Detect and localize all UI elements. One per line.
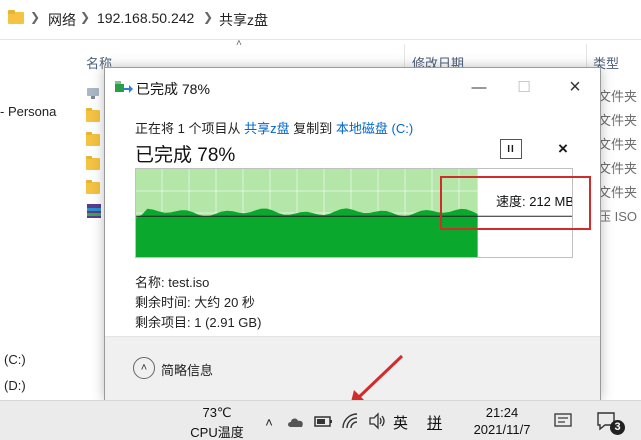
column-divider[interactable] xyxy=(404,44,405,68)
chevron-right-icon: ❯ xyxy=(203,10,214,24)
fewer-details-link[interactable]: 简略信息 xyxy=(161,360,213,379)
folder-icon xyxy=(86,180,100,194)
copy-description: 正在将 1 个项目从 共享z盘 复制到 本地磁盘 (C:) xyxy=(135,118,413,137)
speed-highlight-box xyxy=(440,176,591,230)
sort-up-icon: ˄ xyxy=(236,38,242,49)
cancel-button[interactable]: × xyxy=(553,138,573,160)
clock-time[interactable]: 21:24 xyxy=(484,405,520,420)
items-remaining: 剩余项目: 1 (2.91 GB) xyxy=(135,315,262,330)
chevron-up-icon[interactable]: ˄ xyxy=(133,357,155,379)
dialog-title: 已完成 78% xyxy=(136,81,210,97)
destination-link[interactable]: 本地磁盘 (C:) xyxy=(336,121,413,136)
archive-icon xyxy=(87,204,101,218)
wifi-icon[interactable] xyxy=(341,412,359,430)
type-cell: 压 ISO xyxy=(598,209,638,224)
copy-progress-icon xyxy=(115,81,133,93)
type-cell: 文件夹 xyxy=(598,89,638,104)
ime-mode-indicator[interactable]: 拼 xyxy=(427,412,442,433)
input-language-indicator[interactable]: 英 xyxy=(393,412,408,433)
sidebar-item-drive-c[interactable]: (C:) xyxy=(4,352,26,367)
maximize-button[interactable]: ☐ xyxy=(504,74,544,100)
folder-icon xyxy=(86,132,100,146)
copy-prefix: 正在将 1 个项目从 xyxy=(135,121,241,136)
notification-count-badge: 3 xyxy=(610,420,625,435)
network-drive-icon xyxy=(87,88,99,99)
folder-icon xyxy=(8,10,24,24)
copy-middle: 复制到 xyxy=(293,121,333,136)
breadcrumb-host[interactable]: 192.168.50.242 xyxy=(97,10,194,26)
column-divider[interactable] xyxy=(586,44,587,68)
battery-icon[interactable] xyxy=(314,413,334,429)
cpu-temperature-label: CPU温度 xyxy=(190,425,244,440)
volume-icon[interactable] xyxy=(368,412,386,430)
chevron-right-icon: ❯ xyxy=(30,10,41,24)
chevron-right-icon: ❯ xyxy=(80,10,91,24)
address-bar[interactable]: ❯ 网络 ❯ 192.168.50.242 ❯ 共享z盘 xyxy=(0,0,641,40)
breadcrumb-share[interactable]: 共享z盘 xyxy=(219,10,268,30)
source-link[interactable]: 共享z盘 xyxy=(244,121,290,136)
folder-icon xyxy=(86,156,100,170)
file-name: 名称: test.iso xyxy=(135,275,210,290)
minimize-button[interactable]: — xyxy=(459,74,499,100)
clock-date[interactable]: 2021/11/7 xyxy=(472,422,532,437)
time-remaining: 剩余时间: 大约 20 秒 xyxy=(135,295,255,310)
show-hidden-icons-icon[interactable]: ˄ xyxy=(260,413,278,431)
dialog-title-bar[interactable]: 已完成 78% — ☐ × xyxy=(105,68,600,106)
sidebar-item-personal[interactable]: - Persona xyxy=(0,104,56,119)
cpu-temperature: 73℃ xyxy=(202,405,232,420)
onedrive-icon[interactable] xyxy=(286,414,306,428)
type-cell: 文件夹 xyxy=(598,185,638,200)
type-cell: 文件夹 xyxy=(598,161,638,176)
close-window-button[interactable]: × xyxy=(555,74,595,100)
breadcrumb-network[interactable]: 网络 xyxy=(48,10,76,30)
task-view-icon[interactable] xyxy=(554,413,572,430)
folder-icon xyxy=(86,108,100,122)
type-cell: 文件夹 xyxy=(598,137,638,152)
progress-status: 已完成 78% xyxy=(135,145,236,166)
sidebar-item-drive-d[interactable]: (D:) xyxy=(4,378,26,393)
taskbar: 73℃ CPU温度 ˄ 英 拼 21:24 2021/11/7 3 xyxy=(0,400,641,440)
pause-button[interactable]: II xyxy=(500,139,522,159)
type-cell: 文件夹 xyxy=(598,113,638,128)
